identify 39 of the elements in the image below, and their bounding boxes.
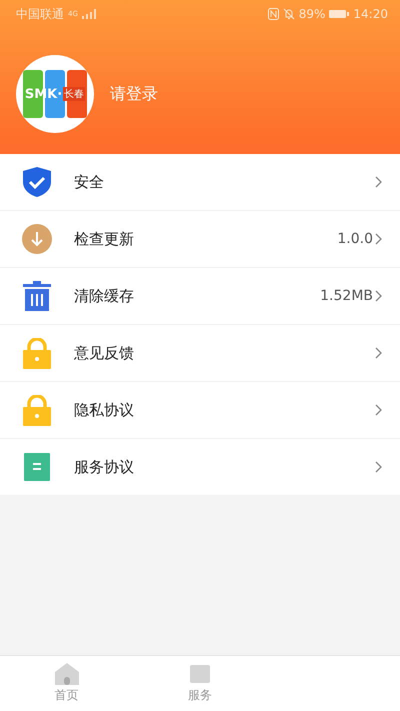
chevron-right-icon [375, 233, 382, 245]
menu-item[interactable]: 意见反馈 [0, 324, 400, 381]
menu-item[interactable]: 服务协议 [0, 438, 400, 495]
menu-label: 安全 [74, 172, 105, 192]
menu-label: 清除缓存 [74, 286, 135, 306]
service-icon [188, 663, 212, 685]
shield-check-icon [22, 166, 52, 198]
logo-badge: 长春 [63, 87, 86, 101]
menu-value: 1.0.0 [337, 231, 373, 247]
lock-icon [22, 394, 52, 426]
menu-item[interactable]: 检查更新 1.0.0 [0, 210, 400, 267]
menu-item[interactable]: 清除缓存 1.52MB [0, 267, 400, 324]
tab-label: 服务 [188, 687, 212, 704]
menu-label: 检查更新 [74, 230, 135, 248]
signal-icon [82, 9, 96, 19]
download-icon [22, 224, 52, 254]
menu-label: 服务协议 [74, 458, 135, 476]
chevron-right-icon [375, 176, 382, 188]
color-cards-drawing [23, 70, 87, 118]
clock-time: 14:20 [353, 7, 388, 21]
menu-label: 隐私协议 [74, 400, 135, 420]
chevron-right-icon [375, 347, 382, 359]
chevron-right-icon [375, 461, 382, 473]
battery-percent: 89% [298, 7, 326, 21]
menu-item[interactable]: 安全 [0, 154, 400, 210]
mute-bell-icon [282, 8, 295, 20]
carrier-name: 中国联通 [16, 6, 64, 22]
chevron-right-icon [375, 290, 382, 302]
house-icon [54, 663, 79, 685]
chevron-right-icon [375, 404, 382, 416]
tab-label: 首页 [54, 687, 79, 704]
menu-value: 1.52MB [320, 288, 373, 304]
menu-label: 意见反馈 [74, 344, 135, 362]
lock-icon [22, 338, 52, 368]
battery-icon [329, 9, 350, 19]
trash-icon [22, 281, 52, 311]
nfc-icon [268, 8, 279, 20]
menu-item[interactable]: 隐私协议 [0, 381, 400, 438]
document-icon [22, 453, 52, 481]
